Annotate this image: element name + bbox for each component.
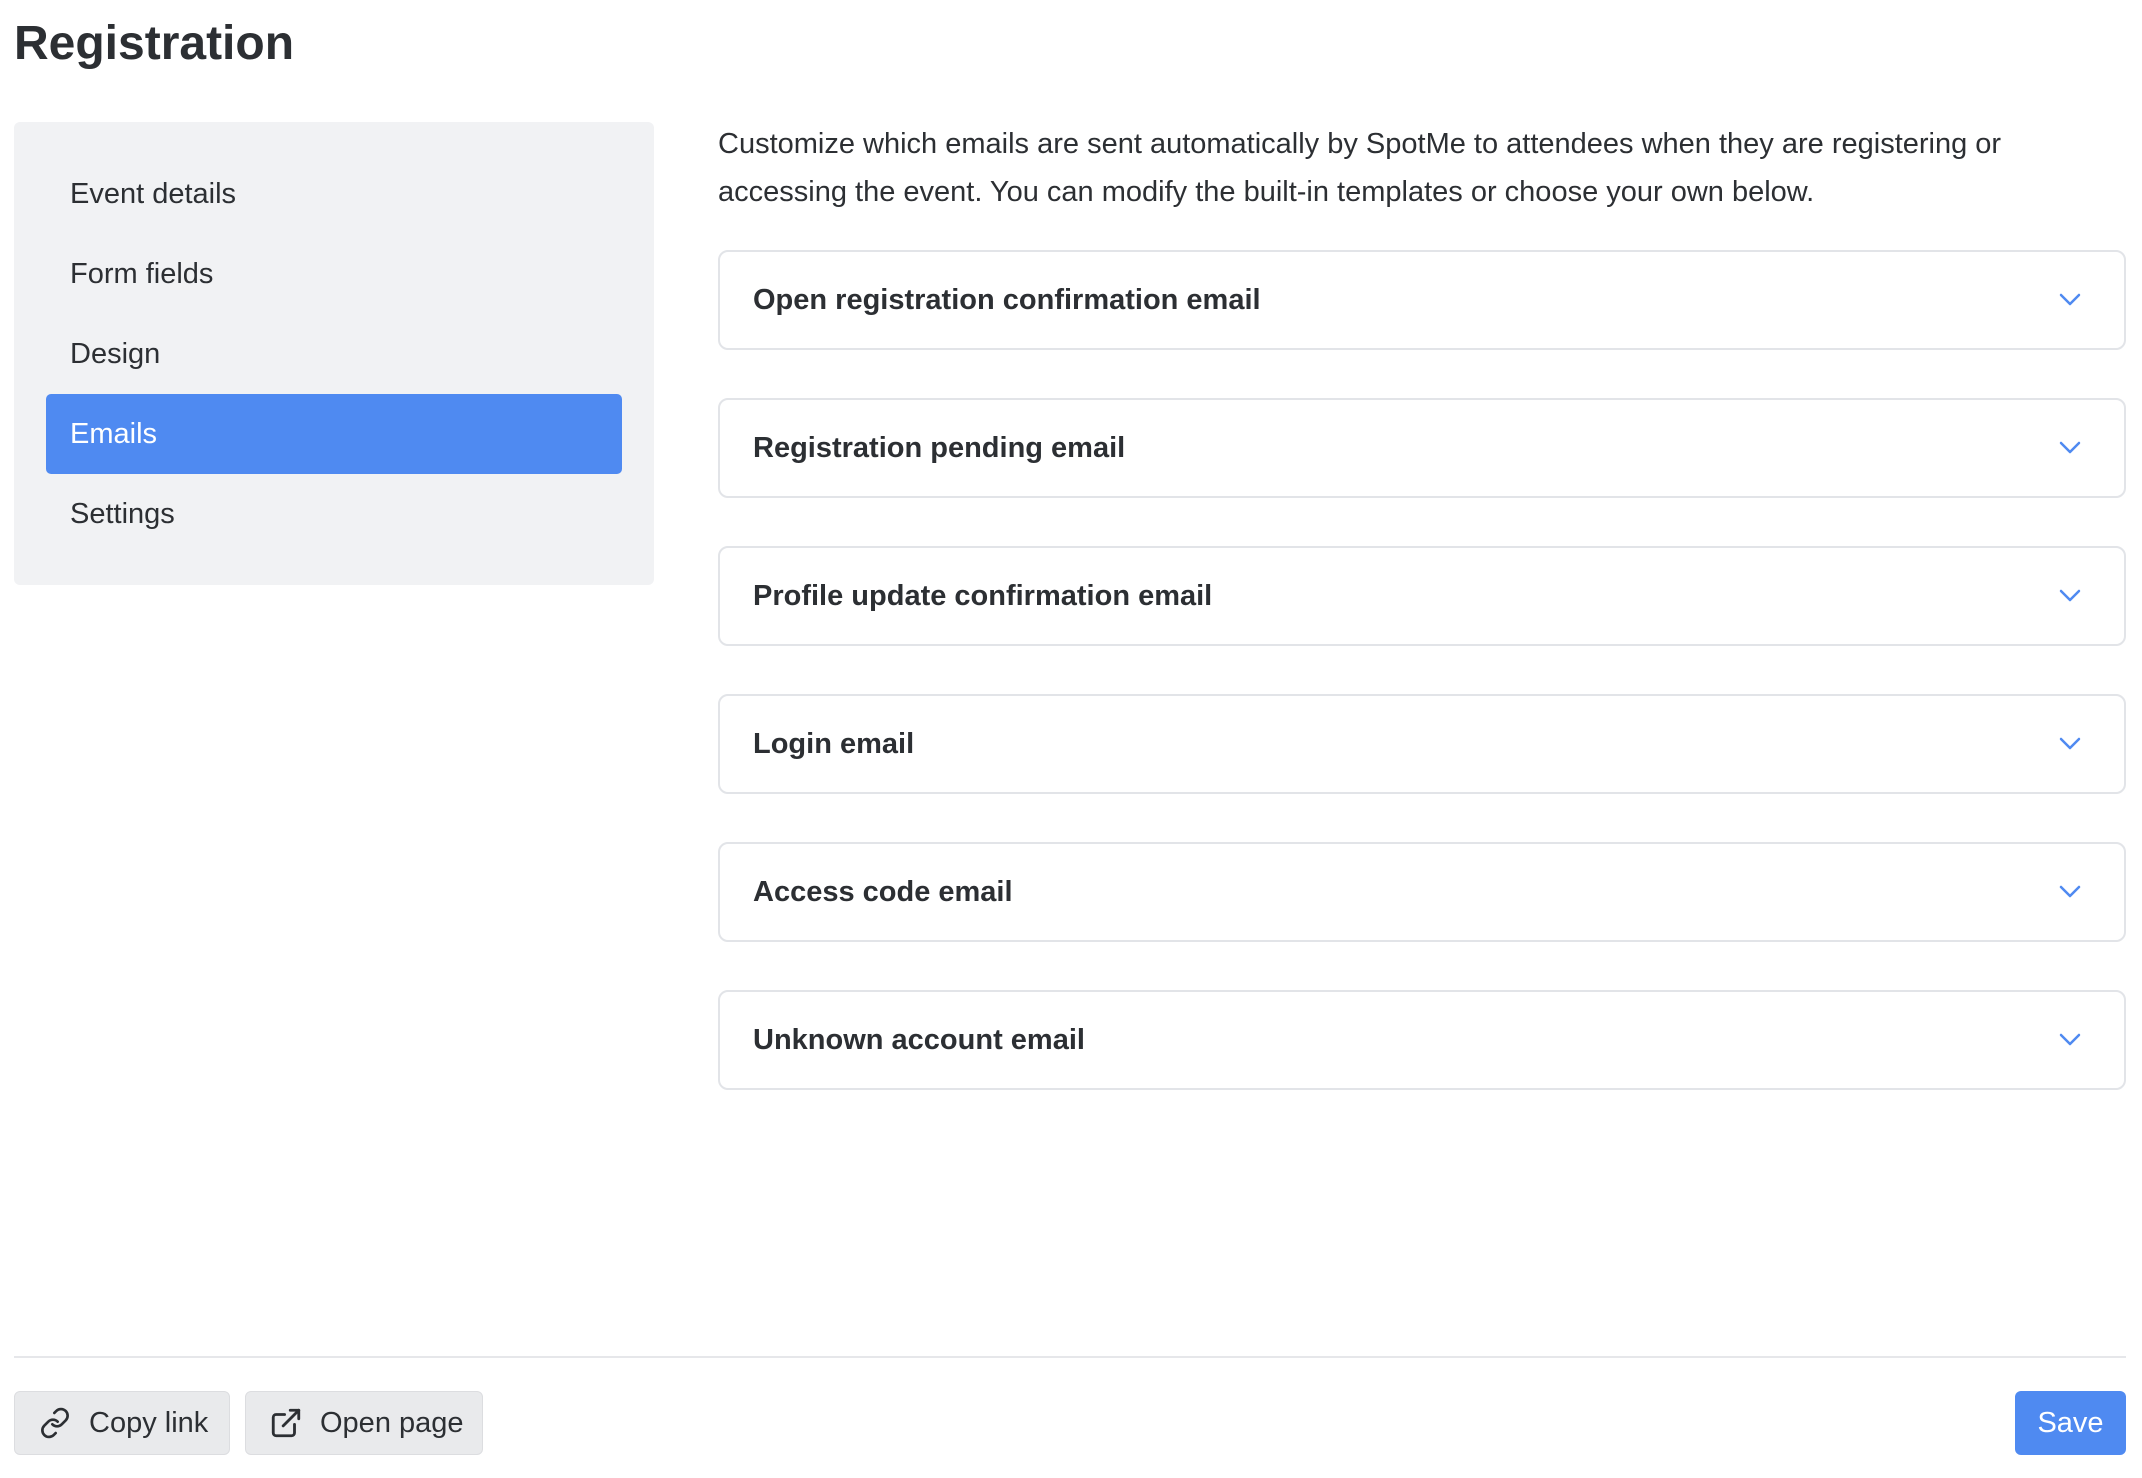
accordion-access-code-email[interactable]: Access code email (718, 842, 2126, 942)
chevron-down-icon (2056, 730, 2084, 758)
emails-description: Customize which emails are sent automati… (718, 128, 2002, 208)
sidebar-item-label: Event details (70, 177, 237, 210)
chevron-down-icon (2056, 878, 2084, 906)
accordion-profile-update-confirmation-email[interactable]: Profile update confirmation email (718, 546, 2126, 646)
sidebar-item-label: Form fields (70, 257, 214, 290)
accordion-label: Access code email (753, 875, 1013, 908)
save-label: Save (2037, 1406, 2104, 1439)
save-button[interactable]: Save (2015, 1391, 2126, 1455)
open-page-button[interactable]: Open page (245, 1391, 483, 1455)
sidebar-item-label: Emails (70, 417, 158, 450)
sidebar-item-label: Design (70, 337, 161, 370)
accordion-open-registration-confirmation-email[interactable]: Open registration confirmation email (718, 250, 2126, 350)
accordion-unknown-account-email[interactable]: Unknown account email (718, 990, 2126, 1090)
chevron-down-icon (2056, 434, 2084, 462)
sidebar: Event details Form fields Design Emails … (14, 122, 654, 585)
accordion-label: Open registration confirmation email (753, 283, 1261, 316)
chevron-down-icon (2056, 286, 2084, 314)
sidebar-item-label: Settings (70, 497, 175, 530)
chevron-down-icon (2056, 1026, 2084, 1054)
accordion-label: Profile update confirmation email (753, 579, 1213, 612)
copy-link-label: Copy link (89, 1406, 209, 1439)
chevron-down-icon (2056, 582, 2084, 610)
accordion-label: Login email (753, 727, 915, 760)
open-page-label: Open page (320, 1406, 464, 1439)
external-link-icon (268, 1405, 304, 1441)
sidebar-item-settings[interactable]: Settings (46, 474, 622, 554)
sidebar-item-emails[interactable]: Emails (46, 394, 622, 474)
sidebar-item-form-fields[interactable]: Form fields (46, 234, 622, 314)
accordion-label: Unknown account email (753, 1023, 1085, 1056)
accordion-label: Registration pending email (753, 431, 1126, 464)
page-title: Registration (14, 17, 295, 70)
accordion-login-email[interactable]: Login email (718, 694, 2126, 794)
copy-link-button[interactable]: Copy link (14, 1391, 230, 1455)
footer-divider (14, 1356, 2126, 1358)
sidebar-item-event-details[interactable]: Event details (46, 154, 622, 234)
sidebar-item-design[interactable]: Design (46, 314, 622, 394)
accordion-registration-pending-email[interactable]: Registration pending email (718, 398, 2126, 498)
link-icon (37, 1405, 73, 1441)
